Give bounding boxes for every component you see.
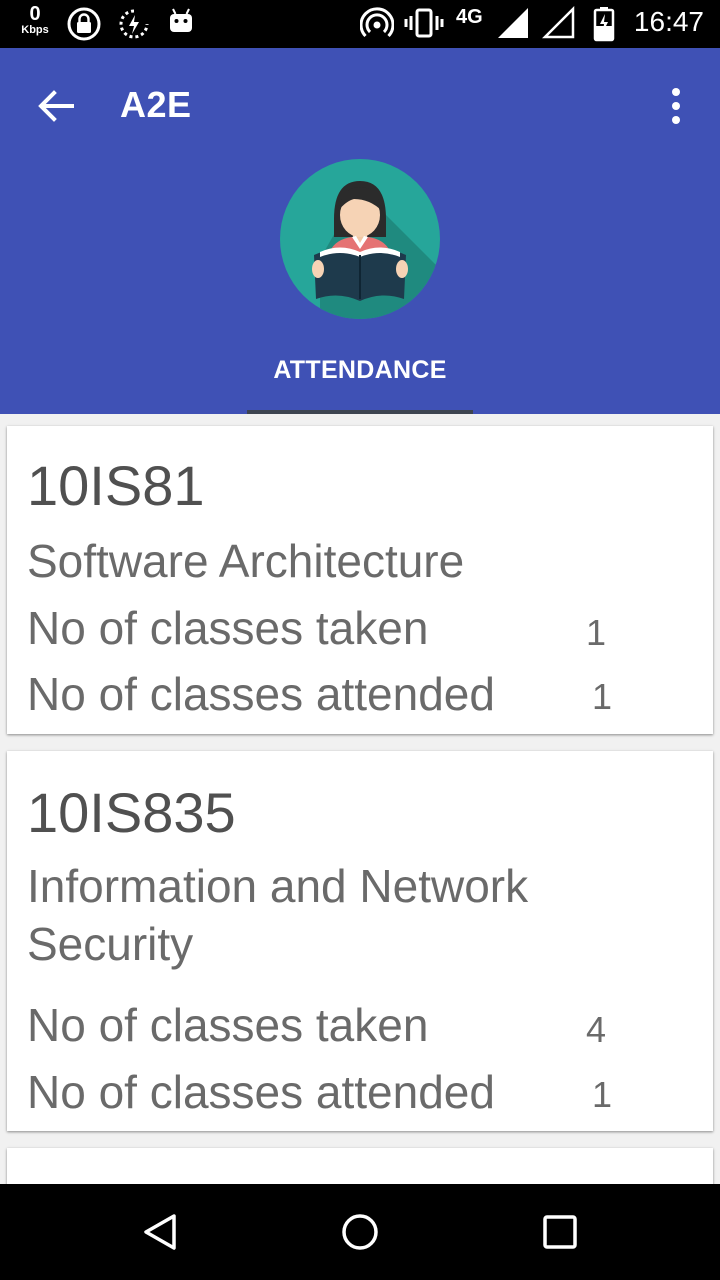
course-name: Software Architecture: [27, 535, 465, 587]
course-card[interactable]: [7, 1148, 713, 1184]
android-debug-icon: [170, 8, 192, 32]
network-speed-unit: Kbps: [21, 24, 49, 36]
classes-taken-label: No of classes taken: [27, 602, 429, 654]
course-card[interactable]: 10IS81 Software Architecture No of class…: [7, 426, 713, 734]
tab-attendance[interactable]: ATTENDANCE: [247, 338, 473, 414]
signal-empty-icon: [542, 6, 575, 39]
classes-attended-label: No of classes attended: [27, 668, 495, 720]
classes-attended-value: 1: [592, 676, 613, 717]
more-options-icon[interactable]: [662, 84, 690, 128]
classes-taken-label: No of classes taken: [27, 999, 429, 1051]
nav-recents-icon[interactable]: [536, 1208, 584, 1256]
course-code: 10IS835: [27, 781, 236, 844]
navigation-bar: [0, 1184, 720, 1280]
battery-charging-icon: [593, 7, 615, 42]
course-name: Information and Network Security: [27, 860, 529, 970]
network-type: 4G: [456, 6, 483, 28]
classes-attended-label: No of classes attended: [27, 1066, 495, 1118]
course-card[interactable]: 10IS835 Information and Network Security…: [7, 751, 713, 1131]
back-arrow-icon[interactable]: [34, 84, 78, 128]
classes-taken-value: 1: [586, 612, 607, 653]
nav-back-icon[interactable]: [136, 1208, 184, 1256]
status-bar: 0 Kbps 4G 16:47: [0, 0, 720, 48]
network-speed-value: 0: [29, 3, 41, 25]
hotspot-icon: [360, 7, 394, 38]
app-bar: A2E ATTENDANCE: [0, 48, 720, 414]
vpn-lock-icon: [67, 7, 101, 41]
vibrate-icon: [404, 8, 444, 38]
app-title: A2E: [120, 84, 192, 125]
tab-attendance-label: ATTENDANCE: [273, 356, 447, 384]
network-speed: 0 Kbps: [14, 4, 56, 36]
nav-home-icon[interactable]: [336, 1208, 384, 1256]
clock: 16:47: [633, 6, 704, 37]
signal-strength-icon: [498, 8, 528, 38]
student-avatar: [280, 159, 440, 319]
classes-attended-value: 1: [592, 1074, 613, 1115]
course-code: 10IS81: [27, 454, 205, 517]
classes-taken-value: 4: [586, 1009, 607, 1050]
battery-saver-icon: [119, 9, 149, 39]
attendance-list[interactable]: 10IS81 Software Architecture No of class…: [0, 414, 720, 1184]
